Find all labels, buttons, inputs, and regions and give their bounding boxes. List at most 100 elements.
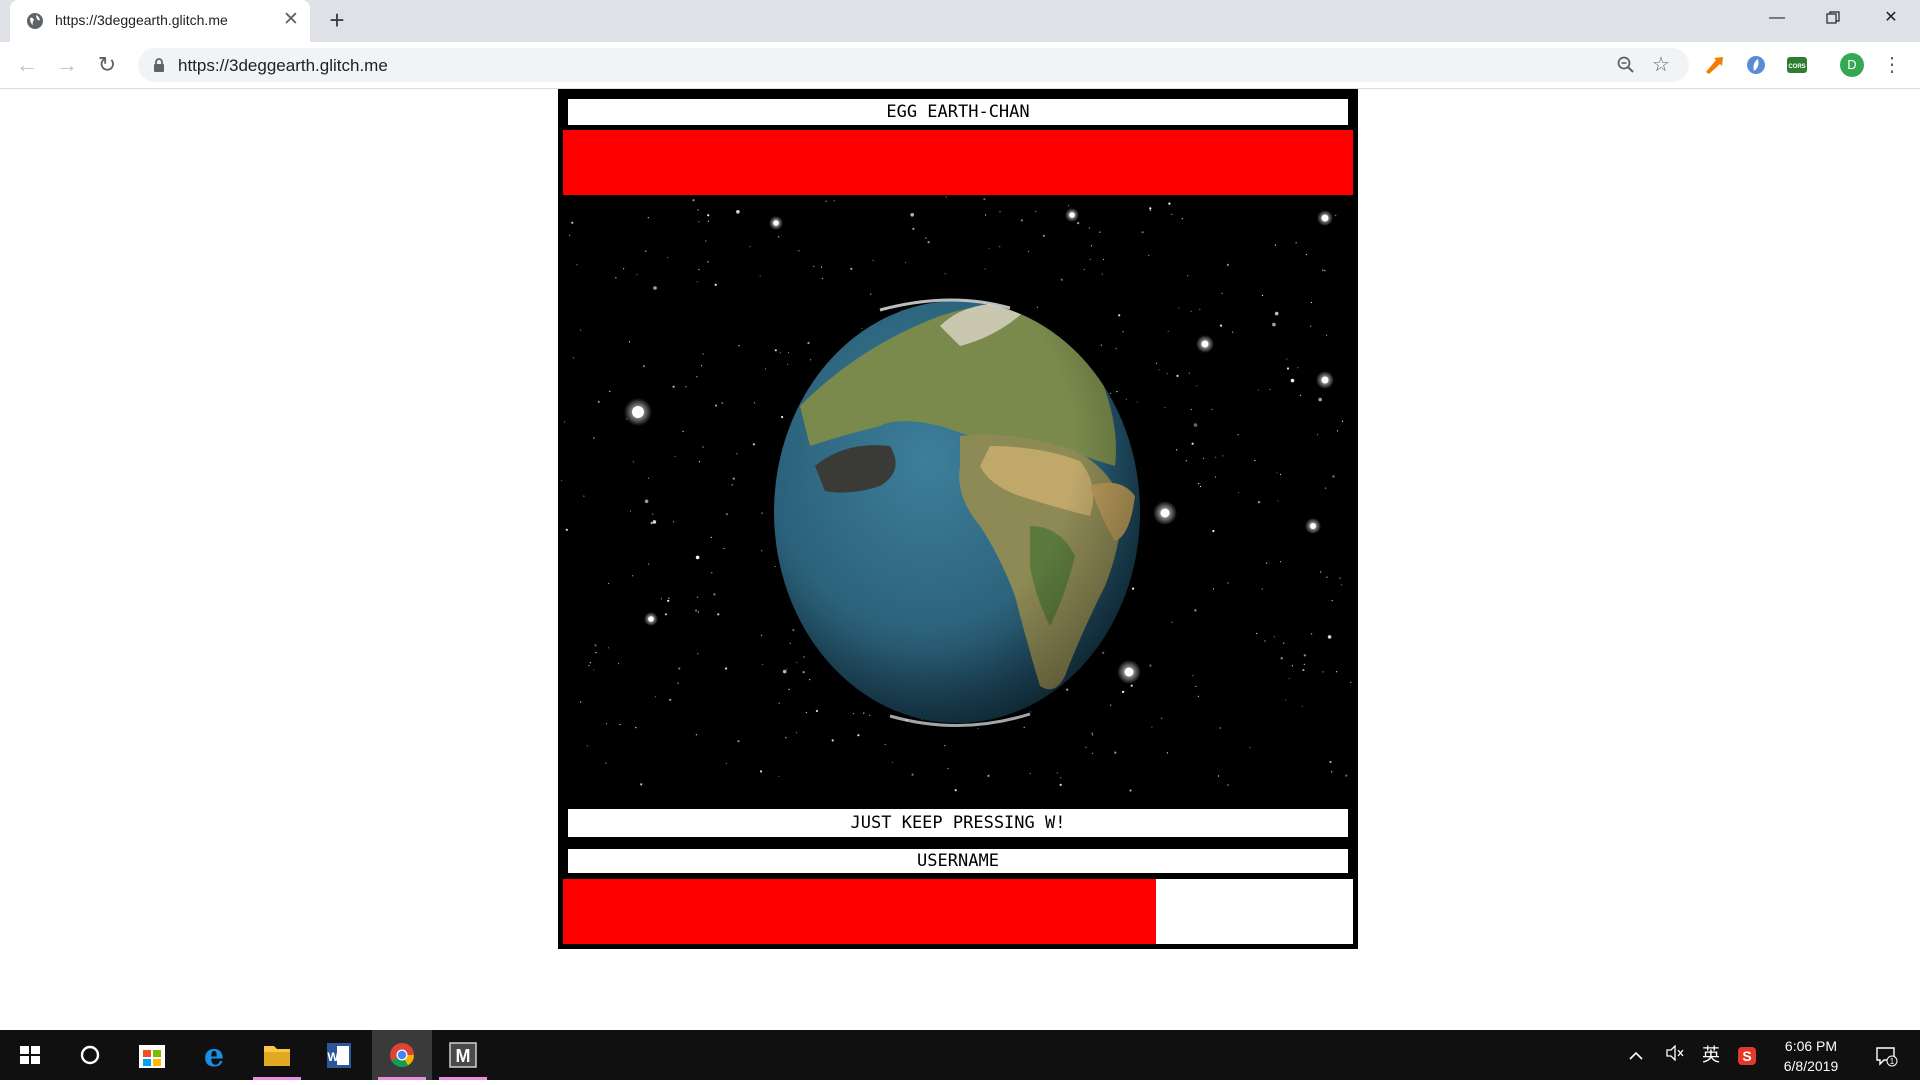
space-canvas[interactable] [560, 196, 1355, 796]
star [759, 275, 761, 277]
chrome-button[interactable] [372, 1030, 432, 1080]
star [781, 415, 784, 419]
star [580, 701, 582, 703]
star [668, 597, 670, 599]
back-icon[interactable]: ← [12, 50, 42, 80]
star [1341, 420, 1344, 422]
browser-tab[interactable]: https://3deggearth.glitch.me ✕ [10, 0, 310, 42]
star [1295, 242, 1297, 244]
address-bar[interactable]: https://3deggearth.glitch.me ☆ [138, 48, 1689, 82]
star [1176, 449, 1178, 451]
notification-center-icon[interactable]: 1 [1866, 1030, 1906, 1080]
arrow-extension-icon[interactable] [1704, 54, 1726, 76]
star [642, 365, 645, 368]
star [1023, 726, 1025, 728]
star [1129, 789, 1132, 792]
file-explorer-icon [264, 1046, 290, 1066]
egg-earth[interactable] [774, 298, 1140, 728]
star [1059, 783, 1062, 787]
file-explorer-button[interactable] [247, 1030, 307, 1080]
minimize-icon[interactable]: — [1748, 0, 1806, 36]
profile-avatar[interactable]: D [1840, 53, 1864, 77]
star [1196, 385, 1198, 387]
star [1171, 213, 1173, 215]
svg-text:S: S [1742, 1048, 1751, 1064]
star [595, 652, 597, 654]
star [1329, 760, 1332, 764]
tray-chevron-icon[interactable] [1624, 1030, 1648, 1080]
star [697, 209, 699, 211]
star [1290, 378, 1295, 383]
star [605, 762, 607, 764]
cors-extension-icon[interactable]: CORS [1786, 54, 1808, 76]
star [1148, 255, 1150, 257]
star [1286, 358, 1288, 360]
star [674, 455, 676, 458]
star [1116, 391, 1118, 393]
malwarebytes-button[interactable]: M [433, 1030, 493, 1080]
star [1345, 774, 1348, 777]
star [672, 385, 675, 388]
star [805, 711, 807, 714]
star [1280, 657, 1283, 660]
star [667, 599, 670, 602]
star [911, 773, 914, 776]
star [1303, 663, 1305, 665]
forward-icon[interactable]: → [52, 50, 82, 80]
star [778, 775, 780, 778]
star [1102, 258, 1105, 261]
star [1151, 726, 1153, 728]
star [1324, 270, 1326, 272]
edge-icon[interactable]: e [184, 1030, 244, 1080]
instruction-text: JUST KEEP PRESSING W! [568, 809, 1348, 837]
game-frame: EGG EARTH-CHAN JUST KEEP PRESSING W! USE… [558, 89, 1358, 949]
star [1060, 278, 1063, 281]
menu-icon[interactable]: ⋮ [1882, 50, 1902, 80]
star [815, 709, 818, 713]
star [1227, 784, 1229, 786]
star [707, 261, 709, 263]
star [813, 265, 815, 267]
star [1274, 244, 1276, 246]
new-tab-button[interactable]: + [324, 7, 350, 34]
bookmark-star-icon[interactable]: ☆ [1651, 55, 1671, 75]
tab-close-icon[interactable]: ✕ [280, 9, 302, 31]
star [1092, 734, 1094, 736]
star [1311, 633, 1313, 635]
restore-icon[interactable] [1804, 0, 1862, 36]
volume-muted-icon[interactable] [1660, 1030, 1690, 1080]
url-text[interactable]: https://3deggearth.glitch.me [178, 56, 388, 76]
star [654, 696, 656, 698]
star [761, 550, 763, 552]
store-icon[interactable] [122, 1030, 182, 1080]
star [645, 250, 647, 252]
tab-title: https://3deggearth.glitch.me [55, 12, 228, 28]
start-icon[interactable] [0, 1030, 60, 1080]
star [944, 273, 946, 275]
star [1227, 582, 1229, 584]
star [593, 669, 595, 671]
star [1035, 210, 1037, 213]
star [1326, 334, 1328, 336]
star [861, 327, 863, 329]
star [572, 357, 574, 359]
star [647, 217, 649, 219]
window-close-icon[interactable]: ✕ [1862, 0, 1920, 36]
star [673, 521, 675, 523]
space-scene[interactable] [560, 196, 1355, 796]
star [619, 723, 621, 726]
star [561, 479, 563, 482]
ime-indicator[interactable]: 英 [1696, 1030, 1726, 1080]
compass-extension-icon[interactable] [1745, 54, 1767, 76]
word-icon[interactable]: W [309, 1030, 369, 1080]
star [1102, 651, 1105, 654]
star [891, 761, 894, 764]
cortana-icon[interactable] [60, 1030, 120, 1080]
zoom-icon[interactable] [1616, 55, 1636, 75]
reload-icon[interactable]: ↻ [92, 50, 122, 80]
star [1277, 500, 1279, 502]
star [1279, 473, 1282, 476]
star [629, 510, 632, 512]
star [798, 250, 800, 252]
system-clock[interactable]: 6:06 PM 6/8/2019 [1758, 1036, 1864, 1076]
